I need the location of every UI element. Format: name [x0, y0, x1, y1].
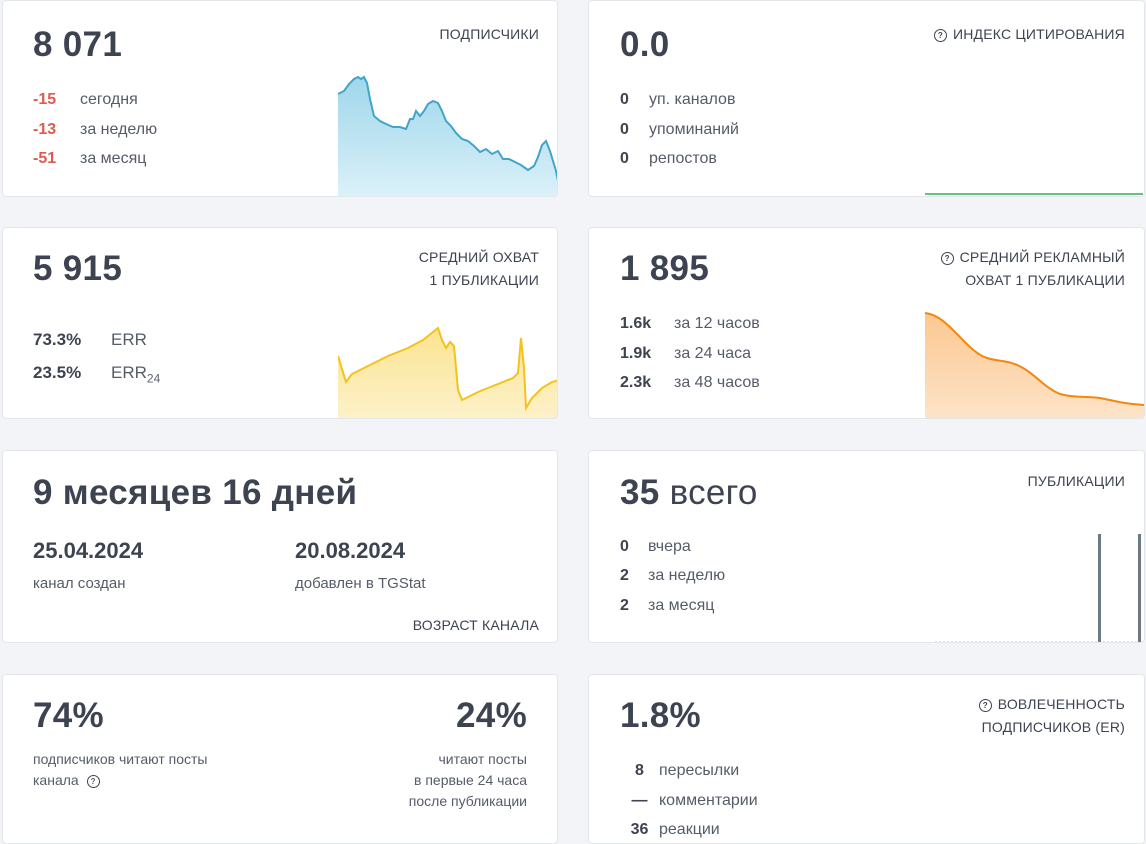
- channel-age-card[interactable]: 9 месяцев 16 дней 25.04.2024 канал созда…: [2, 450, 558, 643]
- ad-reach-curve-area: [925, 313, 1144, 418]
- engagement-label: ? ВОВЛЕЧЕННОСТЬ ПОДПИСЧИКОВ (ER): [978, 693, 1125, 739]
- posts-bar: [1138, 534, 1141, 642]
- question-circle-icon[interactable]: ?: [978, 699, 992, 712]
- posts-total: 35 всего: [620, 473, 758, 512]
- readers-text: подписчиков читают посты канала ?: [33, 751, 208, 788]
- err24-stat: 23.5% ERR24: [33, 363, 161, 386]
- question-circle-icon[interactable]: ?: [933, 29, 947, 42]
- subscribers-card[interactable]: 8 071 ПОДПИСЧИКИ -15 сегодня -13 за неделю…: [2, 0, 558, 197]
- ad-reach-24h: 1.9k за 24 часа: [620, 345, 752, 362]
- ad-reach-48h: 2.3k за 48 часов: [620, 374, 760, 391]
- readers-percent: 74%: [33, 696, 104, 735]
- readers-24h-percent: 24%: [456, 696, 527, 735]
- citation-index-label: ? ИНДЕКС ЦИТИРОВАНИЯ: [933, 23, 1125, 46]
- channel-created-date: 25.04.2024: [33, 538, 144, 563]
- err-stat: 73.3% ERR: [33, 330, 147, 349]
- ad-reach-label: ? СРЕДНИЙ РЕКЛАМНЫЙ ОХВАТ 1 ПУБЛИКАЦИИ: [940, 246, 1125, 292]
- channel-created-label: канал создан: [33, 575, 126, 592]
- engagement-forwards: 8 пересылки: [635, 762, 740, 779]
- readers-24h-text: читают посты в первые 24 часа после публ…: [408, 751, 527, 809]
- citation-index-card[interactable]: 0.0 ? ИНДЕКС ЦИТИРОВАНИЯ 0 уп. каналов 0 уп…: [588, 0, 1145, 197]
- posts-yesterday: 0 вчера: [620, 538, 691, 555]
- engagement-reactions: 36 реакции: [630, 821, 720, 838]
- posts-week: 2 за неделю: [620, 567, 726, 584]
- average-reach-value: 5 915: [33, 249, 123, 288]
- average-reach-sparkline[interactable]: [338, 318, 558, 419]
- subscribers-sparkline[interactable]: [338, 61, 558, 197]
- posts-bar: [1098, 534, 1101, 642]
- posts-label: ПУБЛИКАЦИИ: [1027, 473, 1125, 489]
- question-circle-icon[interactable]: ?: [86, 775, 100, 788]
- citation-sparkline[interactable]: [925, 186, 1145, 197]
- subscribers-month: -51 за месяц: [33, 150, 147, 167]
- posts-card[interactable]: 35 всего ПУБЛИКАЦИИ 0 вчера 2 за неделю 2з…: [588, 450, 1145, 643]
- readers-card[interactable]: 74% подписчиков читают посты канала ? 24…: [2, 674, 558, 844]
- posts-bar-chart[interactable]: [935, 531, 1145, 643]
- ad-reach-card[interactable]: 1 895 ? СРЕДНИЙ РЕКЛАМНЫЙ ОХВАТ 1 ПУБЛИКА…: [588, 227, 1145, 419]
- citation-channels: 0 уп. каналов: [620, 91, 736, 108]
- subscribers-count: 8 071: [33, 25, 123, 64]
- tgstat-added-date: 20.08.2024: [295, 538, 406, 563]
- average-reach-label: СРЕДНИЙ ОХВАТ 1 ПУБЛИКАЦИИ: [418, 249, 539, 288]
- engagement-card[interactable]: 1.8% ? ВОВЛЕЧЕННОСТЬ ПОДПИСЧИКОВ (ER) 8 пе…: [588, 674, 1145, 844]
- subscribers-sparkline-area: [338, 77, 557, 196]
- ad-reach-12h: 1.6k за 12 часов: [620, 315, 760, 332]
- channel-age-label: ВОЗРАСТ КАНАЛА: [412, 617, 539, 633]
- engagement-rate-value: 1.8%: [620, 696, 701, 735]
- citation-reposts: 0 репостов: [620, 150, 717, 167]
- tgstat-added-label: добавлен в TGStat: [295, 575, 426, 592]
- question-circle-icon[interactable]: ?: [940, 252, 954, 265]
- subscribers-week: -13 за неделю: [33, 121, 158, 138]
- engagement-comments: — комментарии: [631, 792, 758, 809]
- channel-age-value: 9 месяцев 16 дней: [33, 473, 358, 512]
- subscribers-today: -15 сегодня: [33, 91, 138, 108]
- posts-month: 2 за месяц: [620, 597, 715, 614]
- citation-mentions: 0 упоминаний: [620, 121, 739, 138]
- citation-index-value: 0.0: [620, 25, 670, 64]
- average-reach-card[interactable]: 5 915 СРЕДНИЙ ОХВАТ 1 ПУБЛИКАЦИИ 73.3% ER…: [2, 227, 558, 419]
- subscribers-label: ПОДПИСЧИКИ: [439, 26, 539, 42]
- ad-reach-value: 1 895: [620, 249, 710, 288]
- ad-reach-curve[interactable]: [925, 310, 1145, 419]
